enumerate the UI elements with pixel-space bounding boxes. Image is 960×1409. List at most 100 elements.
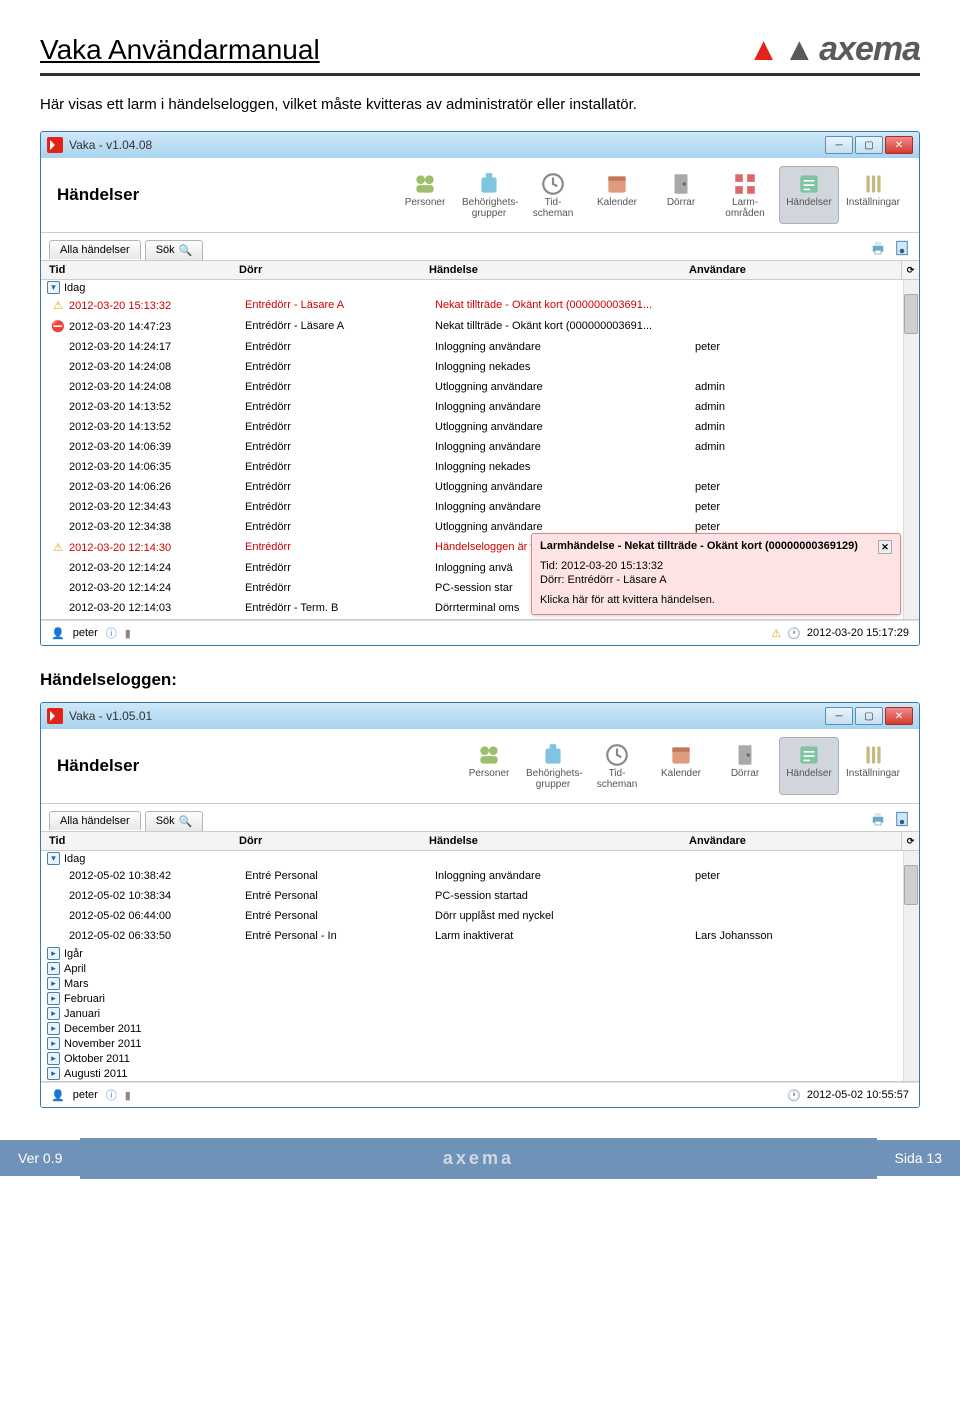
scrollbar[interactable] [903, 851, 919, 1081]
col-tid[interactable]: Tid [41, 832, 231, 850]
nav-icon [526, 171, 580, 197]
popup-action[interactable]: Klicka här för att kvittera händelsen. [540, 594, 892, 606]
table-row[interactable]: 2012-03-20 14:24:08EntrédörrUtloggning a… [41, 377, 919, 397]
table-row[interactable]: 2012-03-20 12:34:43EntrédörrInloggning a… [41, 497, 919, 517]
popup-close-icon[interactable]: ✕ [878, 540, 892, 554]
col-anv[interactable]: Användare [681, 261, 901, 279]
nav-h-ndelser[interactable]: Händelser [779, 737, 839, 795]
group-row-today[interactable]: ▾ Idag [41, 851, 919, 866]
user-icon: 👤 [51, 1089, 65, 1102]
popup-title: Larmhändelse - Nekat tillträde - Okänt k… [540, 540, 858, 554]
tab-all-events[interactable]: Alla händelser [49, 240, 141, 259]
tab-search[interactable]: Sök 🔍 [145, 811, 204, 831]
export-icon[interactable] [893, 810, 911, 828]
table-row[interactable]: 2012-03-20 14:24:17EntrédörrInloggning a… [41, 337, 919, 357]
nav-d-rrar[interactable]: Dörrar [651, 166, 711, 224]
expand-icon[interactable]: ▸ [47, 947, 60, 960]
tab-search[interactable]: Sök 🔍 [145, 240, 204, 260]
group-row[interactable]: ▸December 2011 [41, 1021, 919, 1036]
col-anv[interactable]: Användare [681, 832, 901, 850]
collapse-icon[interactable]: ▾ [47, 852, 60, 865]
group-row[interactable]: ▸Oktober 2011 [41, 1051, 919, 1066]
nav-beh-righets-grupper[interactable]: Behörighets-grupper [523, 737, 583, 795]
nav-kalender[interactable]: Kalender [587, 166, 647, 224]
col-tid[interactable]: Tid [41, 261, 231, 279]
nav-personer[interactable]: Personer [395, 166, 455, 224]
info-icon[interactable]: ⓘ [106, 1087, 117, 1103]
scroll-thumb[interactable] [904, 865, 918, 905]
table-row[interactable]: 2012-03-20 14:06:35EntrédörrInloggning n… [41, 457, 919, 477]
device-icon[interactable]: ▮ [125, 1089, 131, 1102]
refresh-icon[interactable]: ⟳ [901, 832, 919, 850]
nav-icon [654, 742, 708, 768]
expand-icon[interactable]: ▸ [47, 1022, 60, 1035]
group-row[interactable]: ▸Januari [41, 1006, 919, 1021]
table-row[interactable]: 2012-05-02 10:38:34Entré PersonalPC-sess… [41, 886, 919, 906]
group-row[interactable]: ▸Augusti 2011 [41, 1066, 919, 1081]
app-icon [47, 137, 63, 153]
table-row[interactable]: ⛔2012-03-20 14:47:23Entrédörr - Läsare A… [41, 316, 919, 337]
nav-beh-righets-grupper[interactable]: Behörighets-grupper [459, 166, 519, 224]
print-icon[interactable] [869, 810, 887, 828]
scrollbar[interactable] [903, 280, 919, 619]
nav-inst-llningar[interactable]: Inställningar [843, 166, 903, 224]
expand-icon[interactable]: ▸ [47, 1007, 60, 1020]
info-icon[interactable]: ⓘ [106, 625, 117, 641]
group-row[interactable]: ▸November 2011 [41, 1036, 919, 1051]
expand-icon[interactable]: ▸ [47, 992, 60, 1005]
group-row[interactable]: ▸Februari [41, 991, 919, 1006]
maximize-button[interactable]: ▢ [855, 707, 883, 725]
refresh-icon[interactable]: ⟳ [901, 261, 919, 279]
nav-larm-omr-den[interactable]: Larm-områden [715, 166, 775, 224]
table-row[interactable]: 2012-05-02 10:38:42Entré PersonalInloggn… [41, 866, 919, 886]
scroll-thumb[interactable] [904, 294, 918, 334]
table-row[interactable]: 2012-03-20 12:14:03Entrédörr - Term. ADö… [41, 618, 919, 620]
table-row[interactable]: 2012-03-20 14:13:52EntrédörrInloggning a… [41, 397, 919, 417]
nav-personer[interactable]: Personer [459, 737, 519, 795]
expand-icon[interactable]: ▸ [47, 1067, 60, 1080]
nav-tid-scheman[interactable]: Tid-scheman [587, 737, 647, 795]
col-handelse[interactable]: Händelse [421, 261, 681, 279]
group-row[interactable]: ▸Mars [41, 976, 919, 991]
expand-icon[interactable]: ▸ [47, 1052, 60, 1065]
table-row[interactable]: 2012-03-20 14:13:52EntrédörrUtloggning a… [41, 417, 919, 437]
minimize-button[interactable]: ─ [825, 136, 853, 154]
col-dorr[interactable]: Dörr [231, 261, 421, 279]
popup-line-door: Dörr: Entrédörr - Läsare A [540, 574, 892, 586]
device-icon[interactable]: ▮ [125, 627, 131, 640]
expand-icon[interactable]: ▸ [47, 1037, 60, 1050]
group-row[interactable]: ▸Igår [41, 946, 919, 961]
expand-icon[interactable]: ▸ [47, 962, 60, 975]
tab-bar: Alla händelser Sök 🔍 [41, 804, 919, 832]
nav-d-rrar[interactable]: Dörrar [715, 737, 775, 795]
nav-kalender[interactable]: Kalender [651, 737, 711, 795]
titlebar[interactable]: Vaka - v1.04.08 ─ ▢ ✕ [41, 132, 919, 158]
tab-all-events[interactable]: Alla händelser [49, 811, 141, 830]
maximize-button[interactable]: ▢ [855, 136, 883, 154]
col-handelse[interactable]: Händelse [421, 832, 681, 850]
col-dorr[interactable]: Dörr [231, 832, 421, 850]
table-row[interactable]: ⚠2012-03-20 15:13:32Entrédörr - Läsare A… [41, 295, 919, 316]
table-row[interactable]: 2012-05-02 06:44:00Entré PersonalDörr up… [41, 906, 919, 926]
expand-icon[interactable]: ▸ [47, 977, 60, 990]
table-row[interactable]: 2012-05-02 06:33:50Entré Personal - InLa… [41, 926, 919, 946]
nav-inst-llningar[interactable]: Inställningar [843, 737, 903, 795]
alarm-popup[interactable]: Larmhändelse - Nekat tillträde - Okänt k… [531, 533, 901, 615]
table-row[interactable]: 2012-03-20 14:06:39EntrédörrInloggning a… [41, 437, 919, 457]
table-row[interactable]: 2012-03-20 14:24:08EntrédörrInloggning n… [41, 357, 919, 377]
nav-h-ndelser[interactable]: Händelser [779, 166, 839, 224]
minimize-button[interactable]: ─ [825, 707, 853, 725]
group-row-today[interactable]: ▾ Idag [41, 280, 919, 295]
titlebar[interactable]: Vaka - v1.05.01 ─ ▢ ✕ [41, 703, 919, 729]
export-icon[interactable] [893, 239, 911, 257]
warning-icon[interactable]: ⚠ [771, 627, 781, 640]
logo-mark-icon: ▲ [748, 31, 780, 68]
close-button[interactable]: ✕ [885, 136, 913, 154]
collapse-icon[interactable]: ▾ [47, 281, 60, 294]
group-row[interactable]: ▸April [41, 961, 919, 976]
table-row[interactable]: 2012-03-20 14:06:26EntrédörrUtloggning a… [41, 477, 919, 497]
close-button[interactable]: ✕ [885, 707, 913, 725]
table-body: ▾ Idag 2012-05-02 10:38:42Entré Personal… [41, 851, 919, 1082]
print-icon[interactable] [869, 239, 887, 257]
nav-tid-scheman[interactable]: Tid-scheman [523, 166, 583, 224]
